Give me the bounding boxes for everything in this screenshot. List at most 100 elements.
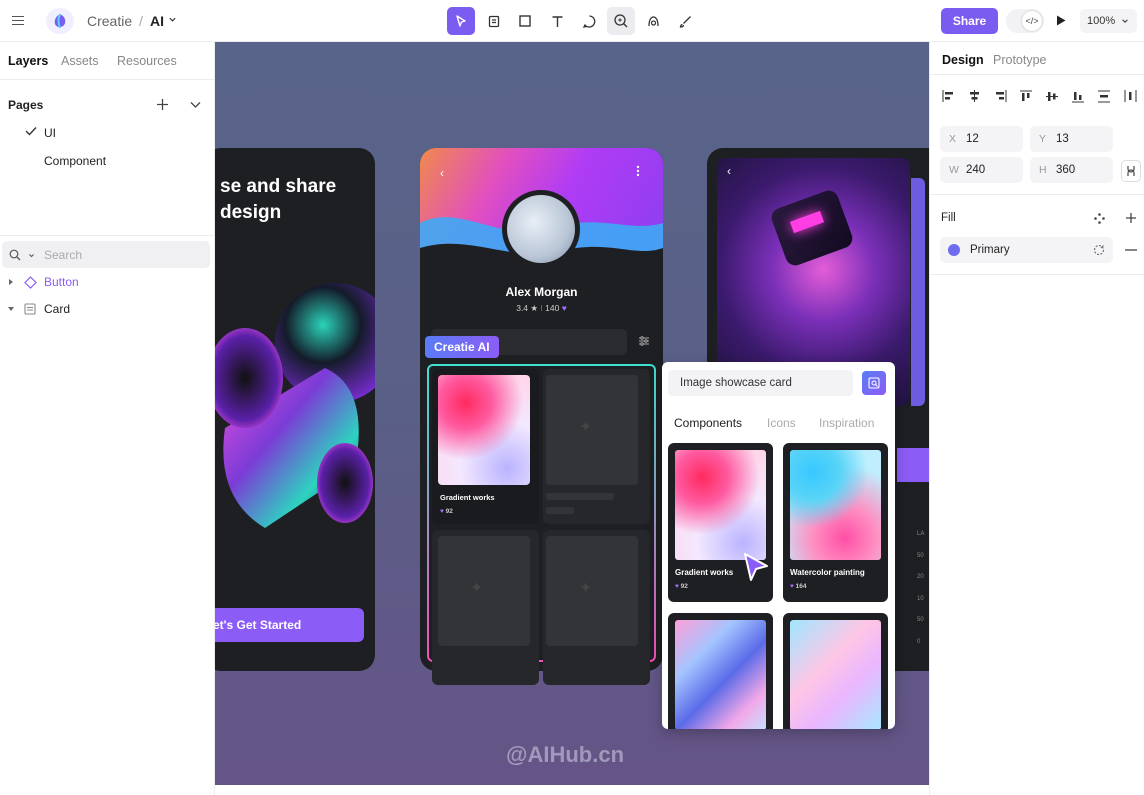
fill-style-row[interactable]: Primary — [940, 237, 1113, 263]
watermark: @AIHub.cn — [506, 742, 625, 767]
divider — [930, 194, 1144, 195]
distribute-vertical-icon[interactable] — [1098, 90, 1110, 103]
heart-icon: ♥ — [561, 303, 567, 313]
divider — [930, 274, 1144, 275]
axis-label: 50 — [917, 617, 924, 623]
divider — [930, 74, 1144, 75]
tab-design[interactable]: Design — [942, 53, 984, 67]
x-label: X — [949, 133, 957, 145]
w-value: 240 — [966, 164, 986, 176]
dev-mode-toggle[interactable]: </> — [1006, 9, 1044, 33]
add-page-icon[interactable] — [156, 98, 169, 111]
y-position-field[interactable]: Y 13 — [1030, 126, 1113, 152]
image-tile[interactable]: Gradient works ♥ 92 — [432, 369, 539, 524]
ai-search-button[interactable] — [862, 371, 886, 395]
h-value: 360 — [1056, 164, 1076, 176]
brush-icon — [679, 15, 691, 28]
stats-separator: I — [540, 303, 543, 313]
chevron-down-icon[interactable] — [168, 15, 177, 24]
frame-tool[interactable] — [480, 7, 508, 35]
comment-tool[interactable] — [575, 7, 603, 35]
y-value: 13 — [1056, 133, 1069, 145]
add-fill-icon[interactable] — [1125, 212, 1137, 224]
tab-assets[interactable]: Assets — [61, 54, 99, 68]
app-logo[interactable] — [46, 8, 74, 34]
placeholder-image — [438, 536, 530, 646]
detach-style-icon[interactable] — [1093, 244, 1105, 256]
align-center-h-icon[interactable] — [968, 90, 981, 102]
breadcrumb-file[interactable]: AI — [150, 13, 164, 29]
zoom-dropdown[interactable]: 100% — [1080, 9, 1137, 33]
align-right-icon[interactable] — [994, 90, 1007, 102]
constrain-proportions-icon[interactable] — [1121, 160, 1141, 182]
distribute-horizontal-icon[interactable] — [1124, 90, 1137, 102]
align-bottom-icon[interactable] — [1072, 90, 1084, 103]
divider — [0, 235, 214, 236]
align-top-icon[interactable] — [1020, 90, 1032, 103]
caret-right-icon[interactable] — [7, 278, 15, 286]
top-bar: Creatie / AI Share </> 100% — [0, 0, 1144, 42]
card-likes: ♥ 92 — [675, 583, 688, 590]
caret-down-icon[interactable] — [7, 305, 15, 313]
back-icon[interactable]: ‹ — [440, 166, 444, 180]
style-grid-icon[interactable] — [1094, 213, 1105, 224]
remove-fill-icon[interactable] — [1125, 249, 1137, 251]
zoom-value: 100% — [1087, 15, 1116, 27]
align-left-icon[interactable] — [942, 90, 955, 102]
chevron-down-icon[interactable] — [28, 252, 35, 259]
menu-icon[interactable] — [10, 13, 26, 27]
likes-value: 140 — [545, 303, 560, 313]
ai-tool[interactable] — [607, 7, 635, 35]
pointer-tool[interactable] — [447, 7, 475, 35]
tab-inspiration[interactable]: Inspiration — [819, 416, 874, 430]
text-tool[interactable] — [543, 7, 571, 35]
pointer-icon — [456, 15, 466, 27]
placeholder-tile: ✦ — [543, 530, 650, 685]
align-center-v-icon[interactable] — [1046, 90, 1058, 103]
component-tool[interactable] — [639, 7, 667, 35]
design-canvas[interactable]: se and share design et's Get Started ‹ A… — [215, 42, 929, 785]
headline-line: design — [220, 202, 282, 223]
photo-card-button[interactable] — [897, 448, 929, 482]
layer-row-button[interactable]: Button — [0, 269, 214, 295]
fill-swatch[interactable] — [948, 244, 960, 256]
play-icon[interactable] — [1055, 14, 1067, 27]
creatie-ai-badge[interactable]: Creatie AI — [425, 336, 499, 358]
rating-value: 3.4 — [516, 303, 529, 313]
back-icon[interactable]: ‹ — [727, 164, 731, 178]
onboarding-card[interactable]: se and share design et's Get Started — [215, 148, 375, 671]
comment-icon — [582, 14, 595, 28]
tab-components[interactable]: Components — [674, 416, 742, 430]
pen-tool[interactable] — [671, 7, 699, 35]
result-card[interactable] — [668, 613, 773, 729]
ai-generation-panel[interactable]: Image showcase card Components Icons Ins… — [662, 362, 895, 729]
prompt-field[interactable]: Image showcase card — [668, 370, 853, 396]
more-icon[interactable] — [636, 165, 640, 177]
placeholder-tile: ✦ — [543, 369, 650, 524]
page-item-component[interactable]: Component — [44, 154, 106, 168]
tab-layers[interactable]: Layers — [8, 54, 48, 68]
gradient-image — [675, 450, 766, 560]
get-started-button[interactable]: et's Get Started — [215, 608, 364, 642]
result-card[interactable]: Watercolor painting ♥ 164 — [783, 443, 888, 602]
result-card[interactable] — [783, 613, 888, 729]
page-item-ui[interactable]: UI — [44, 126, 56, 140]
axis-label: 20 — [917, 574, 924, 580]
collapse-pages-icon[interactable] — [189, 100, 202, 110]
tab-prototype[interactable]: Prototype — [993, 53, 1047, 67]
breadcrumb-app[interactable]: Creatie — [87, 13, 132, 29]
share-button[interactable]: Share — [941, 8, 998, 34]
card-title: Gradient works — [675, 568, 734, 577]
filter-icon[interactable] — [638, 335, 650, 347]
logo-icon — [54, 13, 66, 29]
tab-icons[interactable]: Icons — [767, 416, 796, 430]
layer-row-card[interactable]: Card — [0, 296, 214, 322]
rectangle-tool[interactable] — [511, 7, 539, 35]
x-position-field[interactable]: X 12 — [940, 126, 1023, 152]
card-title: Watercolor painting — [790, 568, 865, 577]
tab-resources[interactable]: Resources — [117, 54, 177, 68]
ai-selection-area[interactable]: Gradient works ♥ 92 ✦ ✦ ✦ — [427, 364, 656, 685]
height-field[interactable]: H 360 — [1030, 157, 1113, 183]
width-field[interactable]: W 240 — [940, 157, 1023, 183]
gradient-image — [438, 375, 530, 485]
